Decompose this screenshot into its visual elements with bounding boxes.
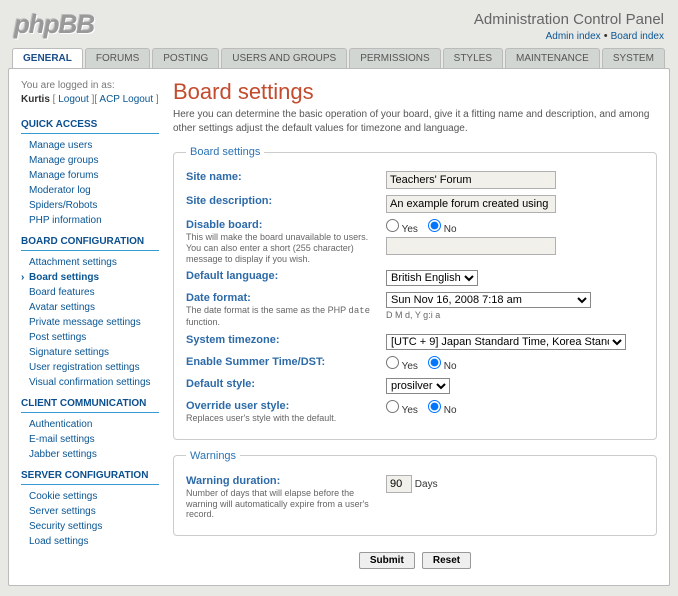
tab-general[interactable]: GENERAL xyxy=(12,48,83,68)
reset-button[interactable] xyxy=(422,552,471,569)
label-lang: Default language: xyxy=(186,270,278,282)
sidebar-heading: SERVER CONFIGURATION xyxy=(21,468,159,485)
label-warning-duration: Warning duration: xyxy=(186,475,280,487)
tab-system[interactable]: SYSTEM xyxy=(602,48,665,68)
label-override: Override user style: xyxy=(186,400,289,412)
tab-forums[interactable]: FORUMS xyxy=(85,48,150,68)
sidebar-item[interactable]: Manage groups xyxy=(21,153,159,168)
legend: Warnings xyxy=(186,450,240,462)
sidebar-item[interactable]: Attachment settings xyxy=(21,255,159,270)
select-style[interactable]: prosilver xyxy=(386,378,450,394)
submit-button[interactable] xyxy=(359,552,415,569)
link-admin-index[interactable]: Admin index xyxy=(546,31,601,42)
main-tabs: GENERAL FORUMS POSTING USERS AND GROUPS … xyxy=(8,48,670,68)
sidebar-item[interactable]: Jabber settings xyxy=(21,447,159,462)
login-info: You are logged in as: Kurtis [ Logout ][… xyxy=(21,79,159,107)
sep: • xyxy=(601,30,611,42)
sidebar-item[interactable]: Visual confirmation settings xyxy=(21,375,159,390)
username: Kurtis xyxy=(21,94,50,105)
label-disable: Disable board: xyxy=(186,219,262,231)
sidebar-heading: QUICK ACCESS xyxy=(21,117,159,134)
link-acp-logout[interactable]: ACP Logout xyxy=(99,94,153,105)
fieldset-warnings: Warnings Warning duration:Number of days… xyxy=(173,450,657,536)
logo: phpBB xyxy=(14,9,94,42)
sidebar-item[interactable]: Signature settings xyxy=(21,345,159,360)
link-board-index[interactable]: Board index xyxy=(611,31,664,42)
tab-maintenance[interactable]: MAINTENANCE xyxy=(505,48,600,68)
sidebar-item[interactable]: User registration settings xyxy=(21,360,159,375)
label-sitename: Site name: xyxy=(186,171,242,183)
radio-override-yes[interactable] xyxy=(386,400,399,413)
select-datefmt[interactable]: Sun Nov 16, 2008 7:18 am xyxy=(386,292,591,308)
hint-warning-duration: Number of days that will elapse before t… xyxy=(186,488,381,520)
radio-dst-no[interactable] xyxy=(428,356,441,369)
content-intro: Here you can determine the basic operati… xyxy=(173,108,657,136)
hint-datefmt: The date format is the same as the PHP d… xyxy=(186,305,381,328)
sidebar-item[interactable]: Server settings xyxy=(21,504,159,519)
text-datefmt-raw: D M d, Y g:i a xyxy=(386,310,644,320)
sidebar-item[interactable]: Manage forums xyxy=(21,168,159,183)
sidebar-heading: CLIENT COMMUNICATION xyxy=(21,396,159,413)
tab-styles[interactable]: STYLES xyxy=(443,48,503,68)
sidebar-item[interactable]: Board features xyxy=(21,285,159,300)
label-tz: System timezone: xyxy=(186,334,280,346)
sidebar-item[interactable]: Spiders/Robots xyxy=(21,198,159,213)
input-warning-duration[interactable] xyxy=(386,475,412,493)
sidebar-item[interactable]: Board settings xyxy=(21,270,159,285)
sidebar-item[interactable]: E-mail settings xyxy=(21,432,159,447)
select-tz[interactable]: [UTC + 9] Japan Standard Time, Korea Sta… xyxy=(386,334,626,350)
label-datefmt: Date format: xyxy=(186,292,251,304)
fieldset-board-settings: Board settings Site name: Site descripti… xyxy=(173,146,657,440)
radio-disable-no[interactable] xyxy=(428,219,441,232)
sidebar-item[interactable]: PHP information xyxy=(21,213,159,228)
link-logout[interactable]: Logout xyxy=(58,94,89,105)
radio-override-no[interactable] xyxy=(428,400,441,413)
tab-users-groups[interactable]: USERS AND GROUPS xyxy=(221,48,347,68)
sidebar-item[interactable]: Authentication xyxy=(21,417,159,432)
content-title: Board settings xyxy=(173,79,657,105)
sidebar-item[interactable]: Manage users xyxy=(21,138,159,153)
unit-days: Days xyxy=(415,479,438,490)
sidebar-item[interactable]: Post settings xyxy=(21,330,159,345)
sidebar-item[interactable]: Avatar settings xyxy=(21,300,159,315)
label-sitedesc: Site description: xyxy=(186,195,272,207)
legend: Board settings xyxy=(186,146,264,158)
label-style: Default style: xyxy=(186,378,255,390)
sidebar-item[interactable]: Cookie settings xyxy=(21,489,159,504)
tab-permissions[interactable]: PERMISSIONS xyxy=(349,48,440,68)
label-dst: Enable Summer Time/DST: xyxy=(186,356,325,368)
sidebar-item[interactable]: Moderator log xyxy=(21,183,159,198)
hint-disable: This will make the board unavailable to … xyxy=(186,232,381,264)
sidebar-item[interactable]: Security settings xyxy=(21,519,159,534)
tab-posting[interactable]: POSTING xyxy=(152,48,219,68)
sidebar-item[interactable]: Private message settings xyxy=(21,315,159,330)
sidebar-item[interactable]: Load settings xyxy=(21,534,159,549)
input-disable-msg[interactable] xyxy=(386,237,556,255)
input-sitedesc[interactable] xyxy=(386,195,556,213)
select-lang[interactable]: British English xyxy=(386,270,478,286)
hint-override: Replaces user's style with the default. xyxy=(186,413,381,424)
sidebar-heading: BOARD CONFIGURATION xyxy=(21,234,159,251)
input-sitename[interactable] xyxy=(386,171,556,189)
radio-disable-yes[interactable] xyxy=(386,219,399,232)
page-title: Administration Control Panel xyxy=(474,11,664,28)
radio-dst-yes[interactable] xyxy=(386,356,399,369)
